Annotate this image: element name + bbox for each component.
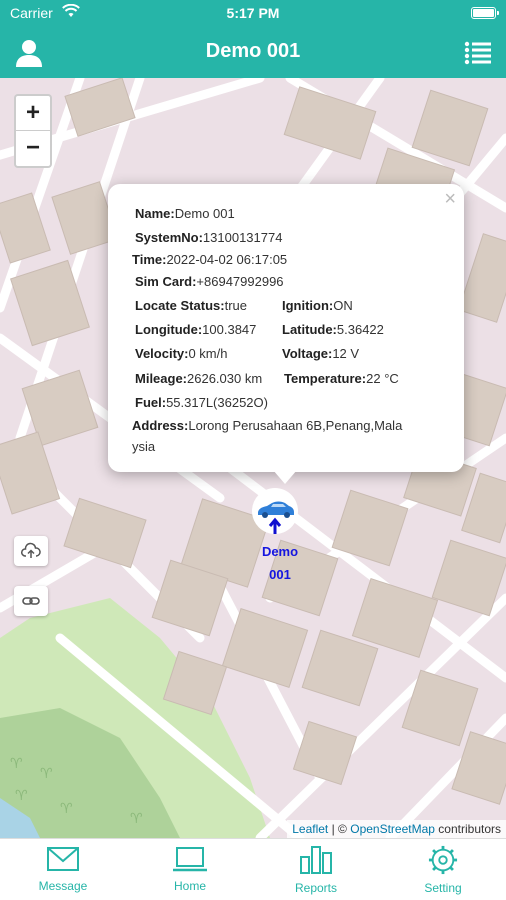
vehicle-label: Demo 001 xyxy=(261,544,299,582)
clock: 5:17 PM xyxy=(226,5,280,21)
tab-bar: Message Home Reports Setting xyxy=(0,838,506,900)
tab-message[interactable]: Message xyxy=(13,845,113,893)
info-address: Address:Lorong Perusahaan 6B,Penang,Mala xyxy=(132,418,403,433)
svg-text:♈: ♈ xyxy=(10,756,23,772)
zoom-in-button[interactable]: + xyxy=(16,96,50,131)
popup-tip xyxy=(273,470,297,484)
car-icon xyxy=(258,501,294,534)
tab-home[interactable]: Home xyxy=(140,845,240,893)
vehicle-info-popup: × Name:Demo 001 SystemNo:13100131774 Tim… xyxy=(108,184,464,484)
gear-icon xyxy=(428,845,458,875)
osm-link[interactable]: OpenStreetMap xyxy=(350,822,435,836)
info-name: Name:Demo 001 xyxy=(135,206,235,221)
zoom-control: + − xyxy=(14,94,52,168)
link-button[interactable] xyxy=(14,586,48,616)
tab-reports[interactable]: Reports xyxy=(266,845,366,895)
list-icon[interactable] xyxy=(464,40,492,66)
svg-text:♈: ♈ xyxy=(60,801,73,817)
laptop-icon xyxy=(173,847,207,872)
leaflet-link[interactable]: Leaflet xyxy=(292,822,328,836)
info-longitude: Longitude:100.3847 xyxy=(135,322,257,337)
info-ignition: Ignition:ON xyxy=(282,298,353,313)
battery-icon xyxy=(471,7,499,19)
map-view[interactable]: ♈ ♈ ♈ ♈ ♈ + − × Name:Demo 001 SystemNo:1… xyxy=(0,78,506,838)
tab-setting[interactable]: Setting xyxy=(393,845,493,895)
info-temperature: Temperature:22 °C xyxy=(284,371,399,386)
info-locate-status: Locate Status:true xyxy=(135,298,247,313)
info-mileage: Mileage:2626.030 km xyxy=(135,371,263,386)
info-address-cont: ysia xyxy=(132,439,156,454)
page-title: Demo 001 xyxy=(205,40,301,62)
svg-text:♈: ♈ xyxy=(40,766,53,782)
info-fuel: Fuel:55.317L(36252O) xyxy=(135,395,268,410)
nav-bar: Demo 001 xyxy=(0,28,506,78)
map-attribution: Leaflet | © OpenStreetMap contributors xyxy=(287,820,506,838)
svg-text:♈: ♈ xyxy=(130,811,143,827)
vehicle-marker[interactable] xyxy=(252,488,298,534)
zoom-out-button[interactable]: − xyxy=(16,131,50,166)
upload-button[interactable] xyxy=(14,536,48,566)
mail-icon xyxy=(47,847,79,871)
info-latitude: Latitude:5.36422 xyxy=(282,322,384,337)
info-time: Time:2022-04-02 06:17:05 xyxy=(132,252,288,267)
cloud-upload-icon xyxy=(21,542,41,558)
popup-close-button[interactable]: × xyxy=(444,188,456,211)
svg-text:♈: ♈ xyxy=(15,788,28,804)
info-sim-card: Sim Card:+86947992996 xyxy=(135,274,284,289)
link-icon xyxy=(22,597,40,605)
bar-chart-icon xyxy=(300,846,332,874)
info-voltage: Voltage:12 V xyxy=(282,346,360,361)
info-velocity: Velocity:0 km/h xyxy=(135,346,228,361)
status-bar: Carrier 5:17 PM xyxy=(0,0,506,28)
info-system-no: SystemNo:13100131774 xyxy=(135,230,283,245)
